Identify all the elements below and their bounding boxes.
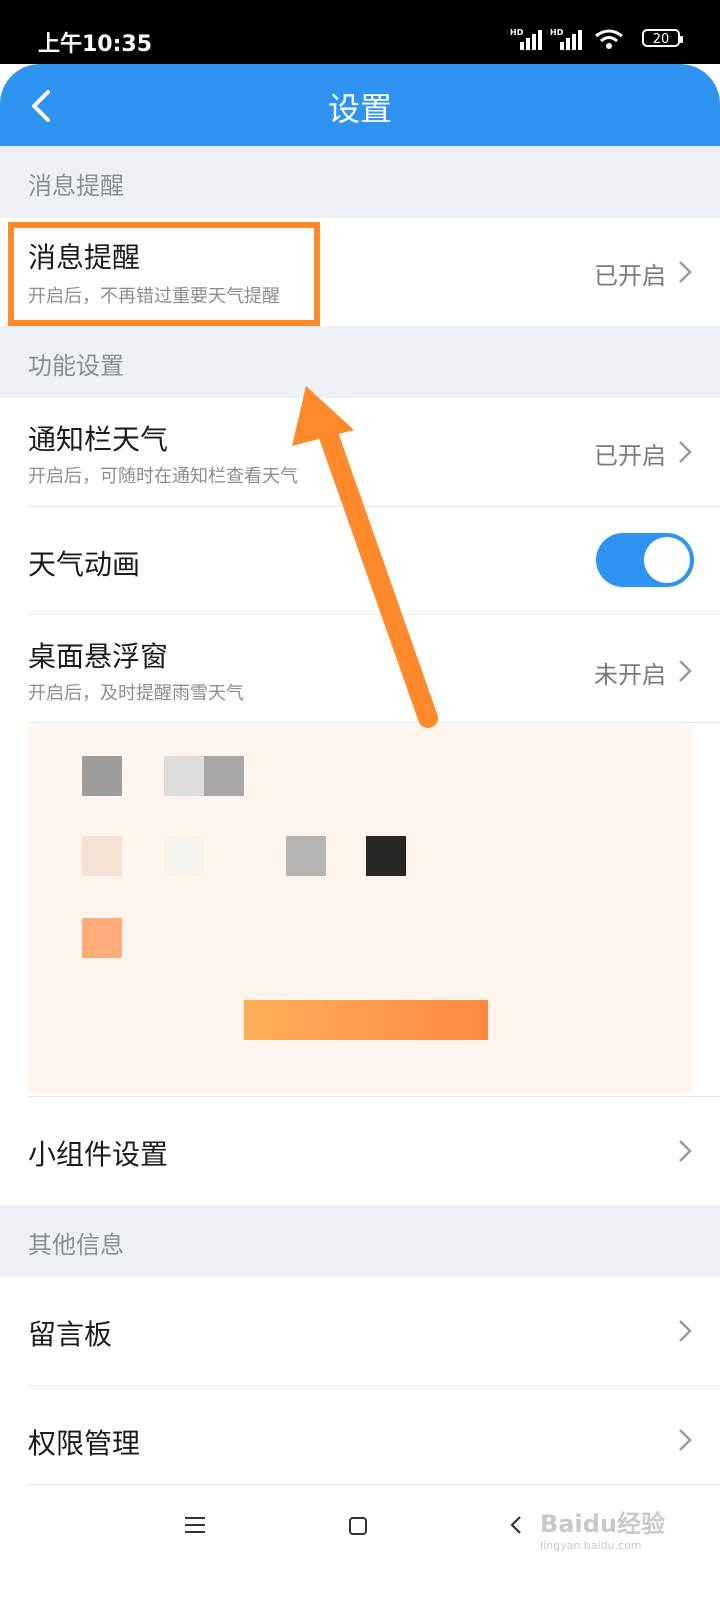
watermark-url: jingyan.baidu.com	[540, 1539, 642, 1552]
blurred-block	[164, 756, 204, 796]
blurred-block	[286, 836, 326, 876]
status-icons: HD HD 20	[510, 26, 683, 54]
message-board-row[interactable]: 留言板	[0, 1277, 720, 1385]
row-status: 已开启	[594, 442, 666, 470]
section-header-messages: 消息提醒	[0, 146, 720, 218]
section-label: 功能设置	[28, 352, 124, 380]
row-status: 未开启	[594, 661, 666, 689]
chevron-right-icon	[679, 660, 692, 682]
wifi-icon	[595, 29, 623, 49]
section-header-other: 其他信息	[0, 1205, 720, 1277]
row-title: 天气动画	[28, 548, 141, 581]
back-nav-icon[interactable]	[508, 1514, 524, 1536]
row-title: 权限管理	[28, 1427, 141, 1460]
widget-settings-row[interactable]: 小组件设置	[0, 1097, 720, 1205]
chevron-right-icon	[679, 261, 692, 283]
blurred-block	[204, 756, 244, 796]
weather-animation-toggle[interactable]	[596, 533, 694, 587]
page-title: 设置	[327, 90, 392, 128]
section-header-features: 功能设置	[0, 326, 720, 398]
row-status: 已开启	[594, 262, 666, 290]
highlight-box	[8, 222, 320, 326]
chevron-right-icon	[679, 1320, 692, 1342]
status-bar: 上午10:35 HD HD 20	[0, 0, 720, 64]
section-label: 消息提醒	[28, 172, 124, 200]
menu-icon[interactable]	[184, 1516, 206, 1534]
signal-icon: HD	[550, 28, 586, 50]
row-title: 小组件设置	[28, 1138, 169, 1171]
chevron-right-icon	[679, 1429, 692, 1451]
divider	[28, 722, 720, 723]
home-icon[interactable]	[348, 1516, 368, 1536]
blurred-block	[82, 836, 122, 876]
blurred-block	[164, 836, 204, 876]
toggle-knob	[644, 537, 690, 583]
signal-icon: HD	[510, 28, 546, 50]
row-subtitle: 开启后，可随时在通知栏查看天气	[28, 466, 298, 487]
blurred-block	[366, 836, 406, 876]
desktop-float-window-row[interactable]: 桌面悬浮窗 开启后，及时提醒雨雪天气 未开启	[0, 615, 720, 723]
permission-management-row[interactable]: 权限管理	[0, 1386, 720, 1486]
row-subtitle: 开启后，及时提醒雨雪天气	[28, 683, 244, 704]
row-title: 桌面悬浮窗	[28, 640, 169, 673]
chevron-right-icon	[679, 1140, 692, 1162]
section-label: 其他信息	[28, 1231, 124, 1259]
blurred-popup	[28, 724, 692, 1094]
system-nav-bar: Baidu经验 jingyan.baidu.com	[0, 1486, 720, 1600]
blurred-block	[82, 756, 122, 796]
battery-icon: 20	[642, 29, 683, 47]
divider	[28, 1484, 720, 1485]
notification-weather-row[interactable]: 通知栏天气 开启后，可随时在通知栏查看天气 已开启	[0, 398, 720, 506]
row-title: 通知栏天气	[28, 423, 169, 456]
blurred-block	[82, 918, 122, 958]
chevron-right-icon	[679, 441, 692, 463]
weather-animation-row: 天气动画	[0, 507, 720, 615]
watermark-brand: Baidu经验	[540, 1510, 665, 1538]
baidu-watermark: Baidu经验 jingyan.baidu.com	[540, 1504, 680, 1558]
blurred-button	[244, 1000, 488, 1040]
status-time: 上午10:35	[38, 32, 153, 57]
app-header: 设置	[0, 64, 720, 146]
row-title: 留言板	[28, 1318, 113, 1351]
